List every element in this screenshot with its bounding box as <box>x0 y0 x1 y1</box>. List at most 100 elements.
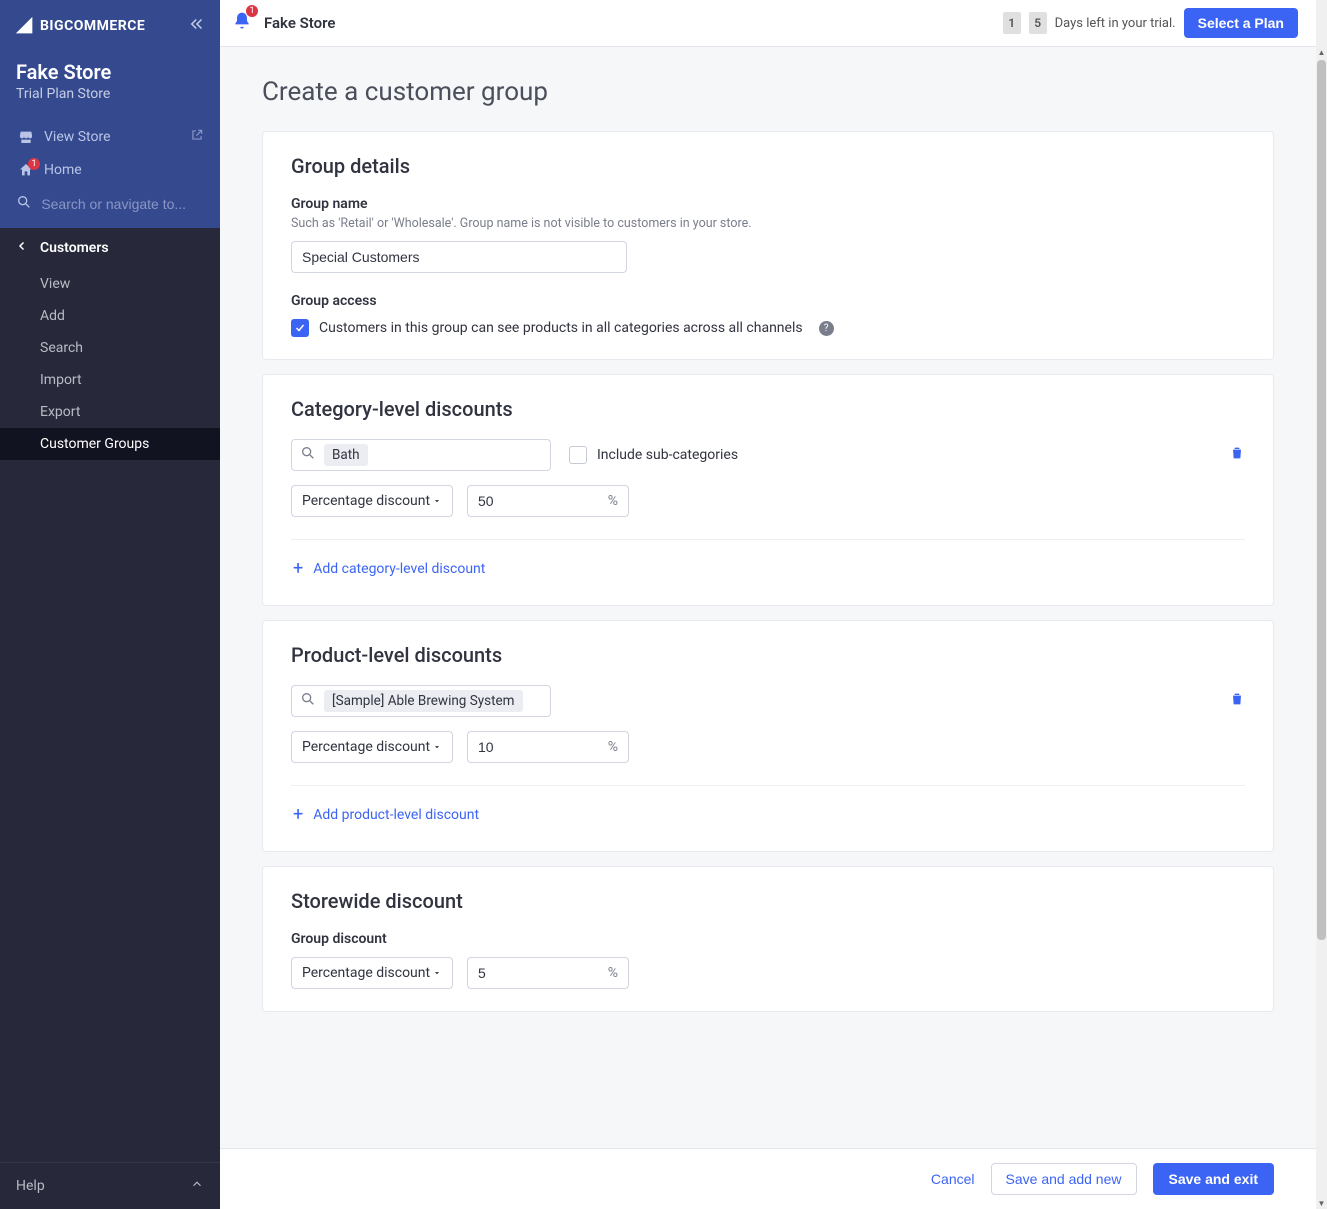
scroll-down-arrow-icon: ▼ <box>1316 1198 1327 1209</box>
help-tooltip-icon[interactable]: ? <box>819 321 834 336</box>
notifications-button[interactable]: 1 <box>232 11 252 35</box>
group-access-text: Customers in this group can see products… <box>319 320 803 336</box>
trial-text: Days left in your trial. <box>1055 16 1176 31</box>
storewide-discount-type-select[interactable]: Percentage discount <box>291 957 453 989</box>
product-discount-type-value: Percentage discount <box>302 739 430 755</box>
scroll-up-arrow-icon: ▲ <box>1316 47 1327 58</box>
external-link-icon <box>190 128 204 146</box>
scrollbar-thumb[interactable] <box>1317 60 1326 940</box>
store-block: Fake Store Trial Plan Store <box>0 52 220 120</box>
include-subcategories-label: Include sub-categories <box>597 447 738 463</box>
collapse-sidebar-button[interactable] <box>188 15 206 37</box>
include-subcategories-checkbox[interactable] <box>569 446 587 464</box>
group-name-hint: Such as 'Retail' or 'Wholesale'. Group n… <box>291 216 1245 231</box>
panel-product-discounts: Product-level discounts [Sample] Able Br… <box>262 620 1274 852</box>
product-search-input[interactable]: [Sample] Able Brewing System <box>291 685 551 717</box>
topbar: 1 Fake Store 1 5 Days left in your trial… <box>220 0 1316 47</box>
panel-category-discounts: Category-level discounts Bath Include su… <box>262 374 1274 606</box>
section-customers[interactable]: Customers <box>0 228 220 268</box>
product-discount-type-select[interactable]: Percentage discount <box>291 731 453 763</box>
add-category-discount-label: Add category-level discount <box>313 561 485 577</box>
nav-home-label: Home <box>44 162 82 178</box>
add-product-discount-label: Add product-level discount <box>313 807 479 823</box>
category-discount-type-select[interactable]: Percentage discount <box>291 485 453 517</box>
cancel-button[interactable]: Cancel <box>931 1171 975 1187</box>
product-chip[interactable]: [Sample] Able Brewing System <box>324 690 523 712</box>
subnav-item-search[interactable]: Search <box>0 332 220 364</box>
trial-info: 1 5 Days left in your trial. Select a Pl… <box>1003 8 1298 38</box>
sidebar-top: BIGCOMMERCE Fake Store Trial Plan Store … <box>0 0 220 228</box>
store-name: Fake Store <box>16 60 204 84</box>
subnav-item-add[interactable]: Add <box>0 300 220 332</box>
category-discount-unit: % <box>608 493 618 509</box>
product-discount-amount-wrapper: % <box>467 731 629 763</box>
search-icon <box>298 445 318 465</box>
sidebar-help[interactable]: Help <box>0 1162 220 1209</box>
content: Create a customer group Group details Gr… <box>220 47 1316 1148</box>
bigcommerce-logo-icon <box>14 15 36 37</box>
subnav-item-export[interactable]: Export <box>0 396 220 428</box>
category-discount-type-value: Percentage discount <box>302 493 430 509</box>
brand-logo[interactable]: BIGCOMMERCE <box>14 15 145 37</box>
trial-digit-1: 1 <box>1003 12 1021 34</box>
chevron-up-icon <box>190 1177 204 1195</box>
storewide-discount-type-value: Percentage discount <box>302 965 430 981</box>
check-icon <box>294 322 306 334</box>
storewide-heading: Storewide discount <box>291 889 1245 913</box>
trash-icon <box>1229 445 1245 461</box>
nav-search[interactable] <box>0 186 220 228</box>
nav-search-input[interactable] <box>41 196 204 212</box>
save-and-exit-button[interactable]: Save and exit <box>1153 1163 1275 1195</box>
sidebar-dark: Customers ViewAddSearchImportExportCusto… <box>0 228 220 1209</box>
group-details-heading: Group details <box>291 154 1245 178</box>
subnav-item-import[interactable]: Import <box>0 364 220 396</box>
category-discount-amount-wrapper: % <box>467 485 629 517</box>
home-icon: 1 <box>16 162 36 178</box>
storewide-discount-amount-wrapper: % <box>467 957 629 989</box>
search-icon <box>16 194 33 214</box>
nav-home[interactable]: 1 Home <box>0 154 220 186</box>
divider <box>291 539 1245 540</box>
group-name-input[interactable] <box>291 241 627 273</box>
storewide-discount-amount-input[interactable] <box>478 965 578 981</box>
section-customers-label: Customers <box>40 240 109 256</box>
group-access-checkbox[interactable] <box>291 319 309 337</box>
divider <box>291 785 1245 786</box>
group-name-label: Group name <box>291 196 1245 212</box>
storefront-icon <box>16 129 36 145</box>
delete-product-discount-button[interactable] <box>1229 695 1245 711</box>
chevron-left-icon <box>16 240 28 256</box>
nav-view-store[interactable]: View Store <box>0 120 220 154</box>
subnav-item-customer-groups[interactable]: Customer Groups <box>0 428 220 460</box>
chevron-down-icon <box>432 968 442 978</box>
plus-icon: + <box>293 804 303 825</box>
panel-storewide-discount: Storewide discount Group discount Percen… <box>262 866 1274 1012</box>
subnav-item-view[interactable]: View <box>0 268 220 300</box>
category-chip[interactable]: Bath <box>324 444 368 466</box>
save-and-add-new-button[interactable]: Save and add new <box>991 1163 1137 1195</box>
home-badge: 1 <box>28 158 40 170</box>
category-discount-amount-input[interactable] <box>478 493 578 509</box>
storewide-discount-unit: % <box>608 965 618 981</box>
product-discounts-heading: Product-level discounts <box>291 643 1245 667</box>
chevron-down-icon <box>432 496 442 506</box>
chevron-down-icon <box>432 742 442 752</box>
product-discount-amount-input[interactable] <box>478 739 578 755</box>
search-icon <box>298 691 318 711</box>
add-product-discount-button[interactable]: + Add product-level discount <box>291 800 1245 829</box>
delete-category-discount-button[interactable] <box>1229 449 1245 465</box>
add-category-discount-button[interactable]: + Add category-level discount <box>291 554 1245 583</box>
select-plan-button[interactable]: Select a Plan <box>1184 8 1298 38</box>
trial-digit-2: 5 <box>1029 12 1047 34</box>
brand-text: BIGCOMMERCE <box>40 18 145 34</box>
plus-icon: + <box>293 558 303 579</box>
vertical-scrollbar[interactable]: ▲ ▼ <box>1316 0 1327 1209</box>
main: 1 Fake Store 1 5 Days left in your trial… <box>220 0 1316 1209</box>
logo-row: BIGCOMMERCE <box>0 0 220 52</box>
category-discounts-heading: Category-level discounts <box>291 397 1245 421</box>
page-title: Create a customer group <box>262 77 1274 107</box>
trash-icon <box>1229 691 1245 707</box>
category-search-input[interactable]: Bath <box>291 439 551 471</box>
chevron-double-left-icon <box>188 15 206 33</box>
subnav: ViewAddSearchImportExportCustomer Groups <box>0 268 220 468</box>
